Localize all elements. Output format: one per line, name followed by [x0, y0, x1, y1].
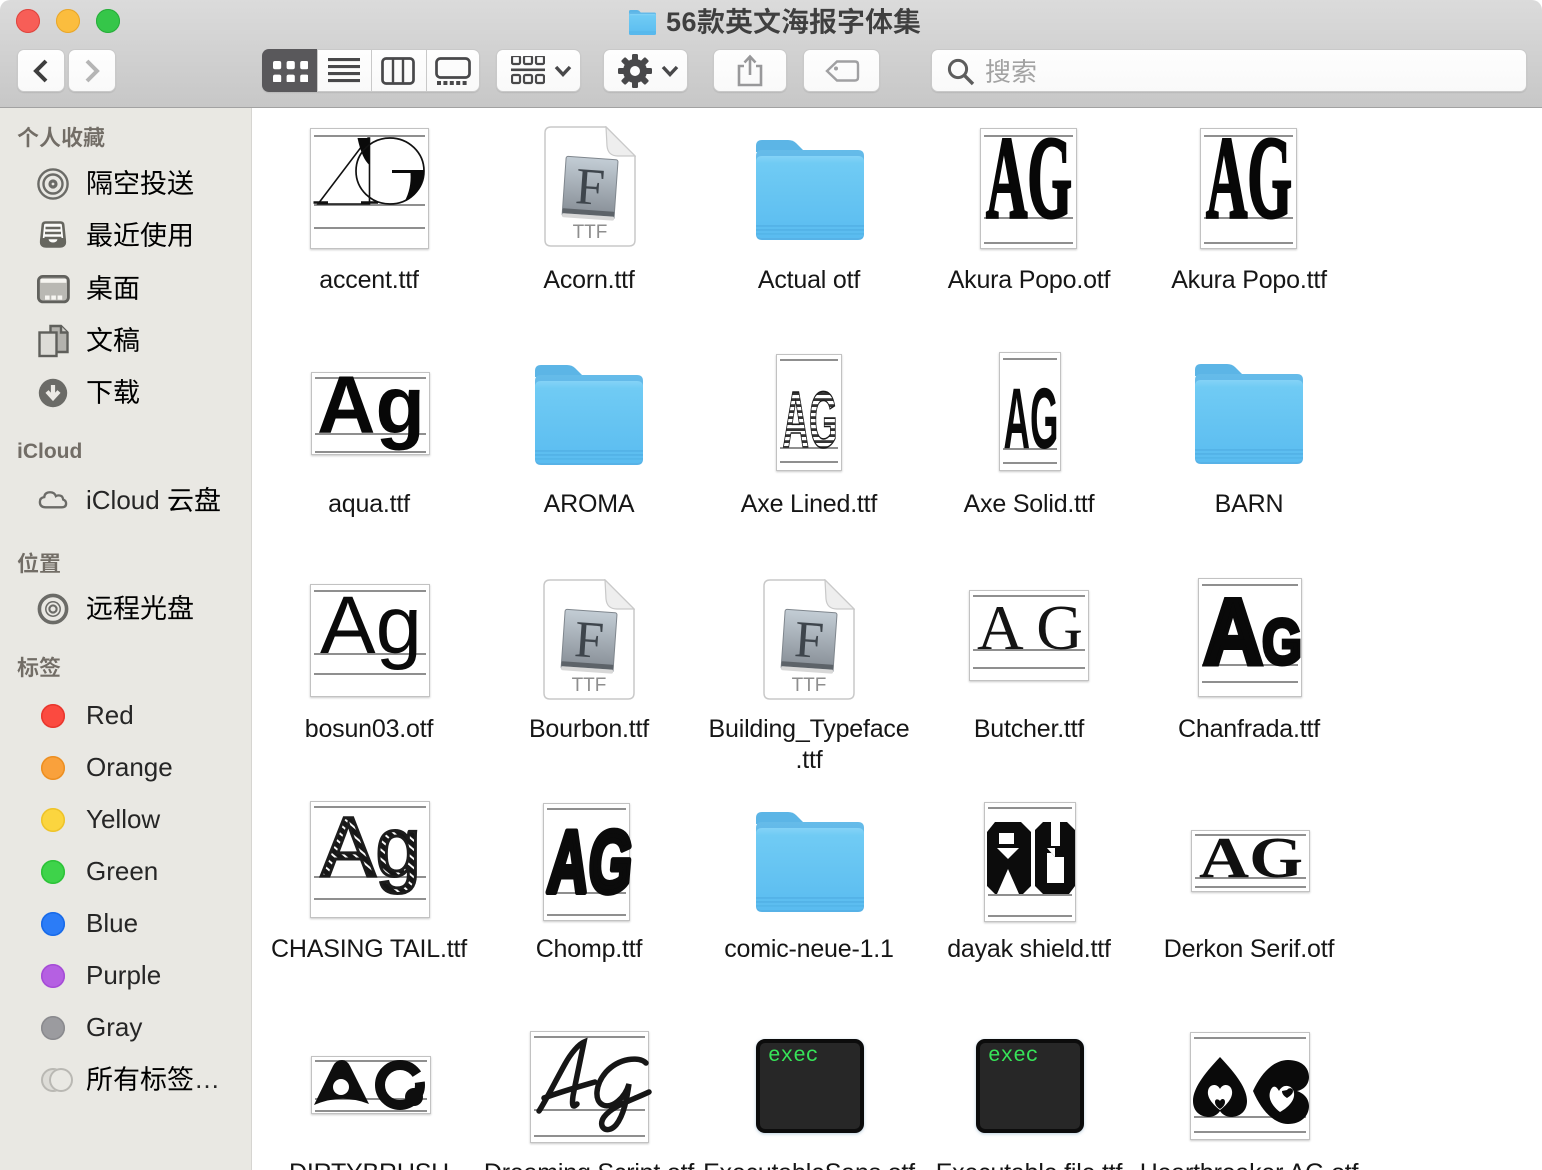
- svg-text:G: G: [1262, 606, 1302, 678]
- svg-text:Ag: Ag: [320, 580, 422, 671]
- svg-text:AG: AG: [783, 375, 838, 464]
- svg-text:AG: AG: [1206, 112, 1292, 243]
- svg-text:Ag: Ag: [317, 360, 425, 451]
- svg-text:AG: AG: [1004, 371, 1059, 467]
- svg-text:Ag: Ag: [321, 800, 421, 894]
- svg-text:AG: AG: [544, 812, 637, 911]
- svg-text:A: A: [1203, 579, 1263, 684]
- svg-text:AG: AG: [986, 112, 1072, 243]
- svg-text:AG: AG: [1199, 825, 1303, 890]
- svg-text:A G: A G: [977, 592, 1083, 663]
